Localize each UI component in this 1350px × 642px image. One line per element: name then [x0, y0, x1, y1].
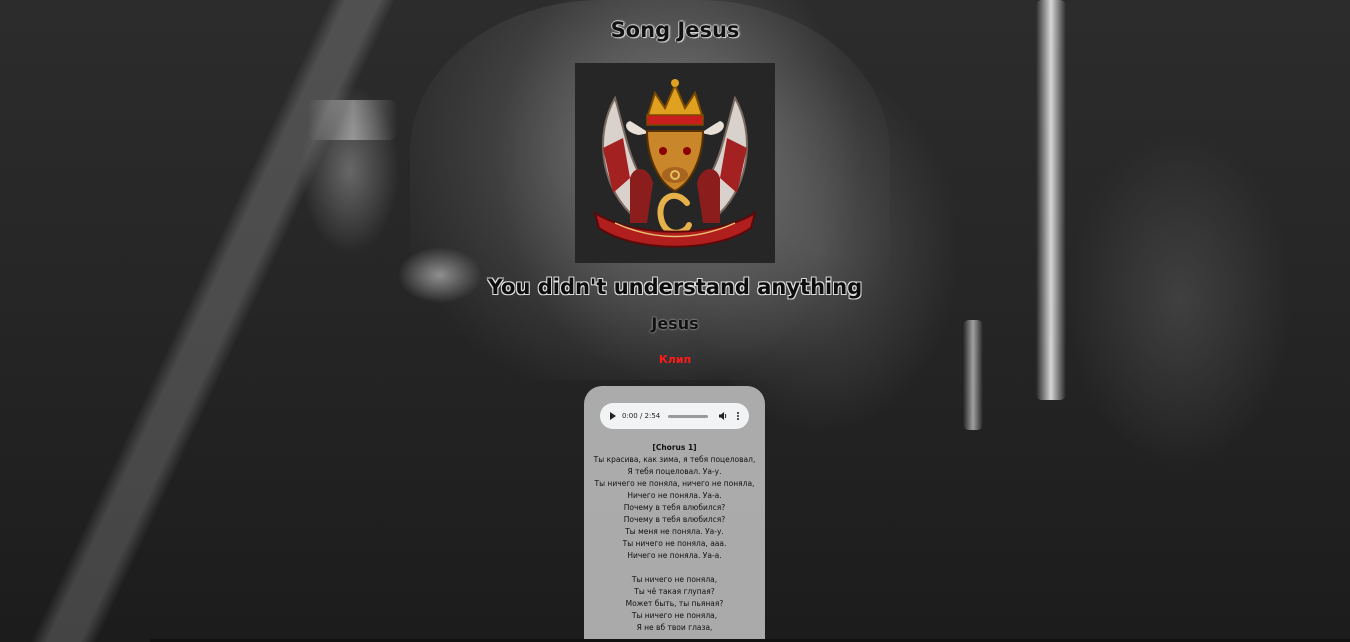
lyrics-text: [Chorus 1] Ты красива, как зима, я тебя …	[584, 442, 765, 634]
play-icon[interactable]	[610, 412, 616, 420]
lyrics-line: Может быть, ты пьяная?	[625, 599, 724, 608]
clip-link[interactable]: Клип	[0, 353, 1350, 366]
song-headline: You didn't understand anything	[487, 275, 863, 299]
page-title: Song Jesus	[610, 18, 740, 42]
lyrics-line: Ты ничего не поняла, ааа.	[622, 539, 727, 548]
album-cover	[575, 63, 775, 263]
lyrics-line	[584, 562, 765, 574]
audio-player[interactable]: 0:00 / 2:54	[600, 403, 749, 429]
lyrics-line: Ты чё такая глупая?	[634, 587, 715, 596]
lyrics-line: Ничего не поняла. Уа-а.	[627, 551, 722, 560]
main-content: Song Jesus You didn't understand anythin…	[0, 0, 1350, 642]
lyrics-line: Ты красива, как зима, я тебя поцеловал,	[593, 455, 756, 464]
lyrics-line: Ты ничего не поняла,	[631, 611, 718, 620]
lyrics-section-label: [Chorus 1]	[652, 443, 697, 452]
lyrics-line: Я не вб твои глаза,	[636, 623, 713, 632]
lyrics-line: Ты меня не поняла. Уа-у.	[625, 527, 724, 536]
volume-icon[interactable]	[718, 411, 728, 421]
crest-album-cover-icon	[575, 63, 775, 263]
lyrics-line: Ты ничего не поняла, ничего не поняла,	[594, 479, 755, 488]
page: Song Jesus You didn't understand anythin…	[0, 0, 1350, 642]
lyrics-line: Почему в тебя влюбился?	[623, 503, 726, 512]
lyrics-card: 0:00 / 2:54 [Chorus 1] Ты красива, как з…	[584, 386, 765, 642]
more-options-icon[interactable]	[736, 412, 739, 420]
lyrics-line: Я тебя поцеловал. Уа-у.	[627, 467, 722, 476]
artist-name: Jesus	[651, 314, 699, 333]
lyrics-line: Ничего не поняла. Уа-а.	[627, 491, 722, 500]
player-time: 0:00 / 2:54	[622, 412, 661, 420]
lyrics-line: Ты ничего не поняла,	[631, 575, 718, 584]
seek-slider[interactable]	[668, 414, 709, 418]
lyrics-line: Почему в тебя влюбился?	[623, 515, 726, 524]
